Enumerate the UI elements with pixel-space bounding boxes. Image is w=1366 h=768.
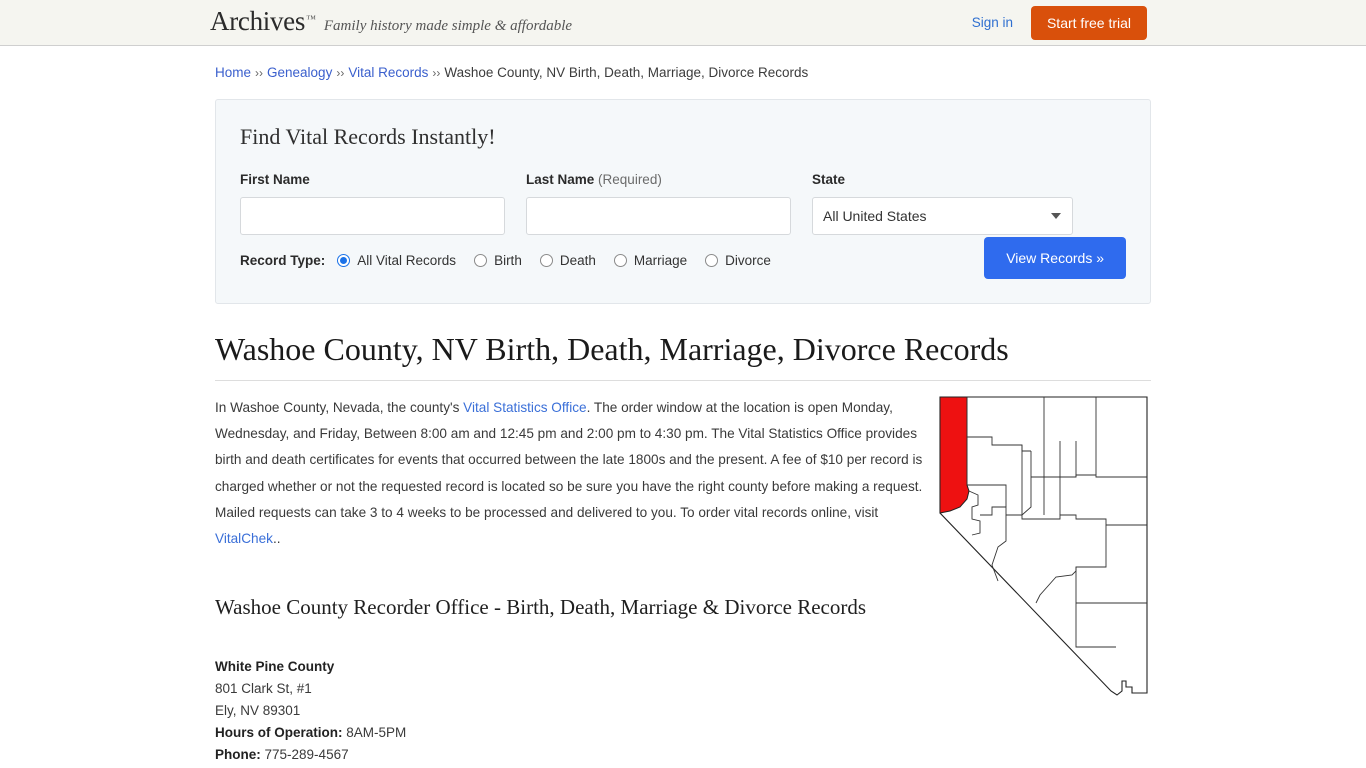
paragraph-part-3: .. [272,530,281,546]
office-phone-value: 775-289-4567 [264,746,349,762]
record-type-label: Record Type: [240,252,326,268]
logo-text: Archives [210,6,306,36]
county-washoe-highlight [939,396,970,514]
radio-icon[interactable] [613,253,627,267]
article: In Washoe County, Nevada, the county's V… [215,395,1151,765]
last-name-input[interactable] [526,196,791,235]
breadcrumb-item-home[interactable]: Home [215,65,251,80]
office-hours-label: Hours of Operation: [215,724,343,740]
nevada-outline [939,396,1148,696]
radio-label-divorce: Divorce [725,252,771,268]
vital-statistics-office-link[interactable]: Vital Statistics Office [463,400,586,415]
last-name-label: Last Name (Required) [526,172,791,187]
header-inner: Archives ™ Family history made simple & a… [0,0,1366,45]
radio-all-vital-records[interactable]: All Vital Records [337,253,456,268]
radio-label-death: Death [559,252,596,268]
site-logo[interactable]: Archives ™ Family history made simple & a… [210,8,572,35]
first-name-field-group: First Name [240,172,505,235]
search-fields-row: First Name Last Name (Required) State Al… [240,172,1126,235]
sign-in-link[interactable]: Sign in [972,15,1013,30]
view-records-button[interactable]: View Records » [984,236,1126,279]
page-container: Home ›› Genealogy ›› Vital Records ›› Washoe C… [215,46,1151,765]
radio-label-birth: Birth [494,252,522,268]
page-title: Washoe County, NV Birth, Death, Marriage… [215,330,1009,367]
site-header: Archives ™ Family history made simple & a… [0,0,1366,46]
first-name-input[interactable] [240,196,505,235]
paragraph-part-2: . The order window at the location is op… [215,400,923,520]
office-phone-label: Phone: [215,746,261,762]
state-select-wrapper: All United States [812,196,1073,235]
start-free-trial-button[interactable]: Start free trial [1030,5,1147,40]
radio-birth[interactable]: Birth [474,253,522,268]
radio-icon[interactable] [539,253,553,267]
radio-marriage[interactable]: Marriage [613,252,688,268]
breadcrumb-separator-icon: ›› [255,66,264,80]
state-select[interactable]: All United States [812,196,1073,235]
breadcrumb-item-genealogy[interactable]: Genealogy [267,65,332,80]
trademark-icon: ™ [306,14,316,25]
last-name-required-note: (Required) [598,171,662,187]
breadcrumb: Home ›› Genealogy ›› Vital Records ›› Washoe C… [215,46,1151,83]
vitalchek-link[interactable]: VitalChek [215,531,273,546]
nevada-map-svg [939,396,1148,696]
office-phone: Phone: 775-289-4567 [215,744,1151,766]
breadcrumb-item-vital-records[interactable]: Vital Records [348,65,428,80]
breadcrumb-separator-icon: ›› [336,66,345,80]
radio-death[interactable]: Death [539,252,596,268]
state-field-group: State All United States [812,172,1073,235]
first-name-label: First Name [240,171,310,187]
breadcrumb-current-page: Washoe County, NV Birth, Death, Marriage… [444,65,809,80]
search-panel: Find Vital Records Instantly! First Name… [215,98,1151,304]
radio-label-all-vital-records: All Vital Records [357,252,457,268]
radio-icon[interactable] [705,253,719,267]
search-panel-title: Find Vital Records Instantly! [240,123,496,149]
office-hours-value: 8AM-5PM [346,724,407,740]
office-hours: Hours of Operation: 8AM-5PM [215,722,1151,744]
last-name-field-group: Last Name (Required) [526,172,791,235]
radio-icon[interactable] [474,253,488,267]
radio-divorce[interactable]: Divorce [705,253,771,268]
paragraph-part-1: In Washoe County, Nevada, the county's [215,400,464,416]
state-label: State [812,171,846,187]
nevada-county-map [936,395,1151,705]
article-paragraph: In Washoe County, Nevada, the county's V… [215,395,943,552]
radio-icon-checked[interactable] [337,253,351,267]
site-tagline: Family history made simple & affordable [323,18,573,34]
title-divider [215,380,1151,382]
breadcrumb-separator-icon: ›› [432,66,441,80]
radio-label-marriage: Marriage [633,252,688,268]
last-name-label-text: Last Name [526,171,595,187]
header-actions: Sign in Start free trial [972,0,1147,45]
